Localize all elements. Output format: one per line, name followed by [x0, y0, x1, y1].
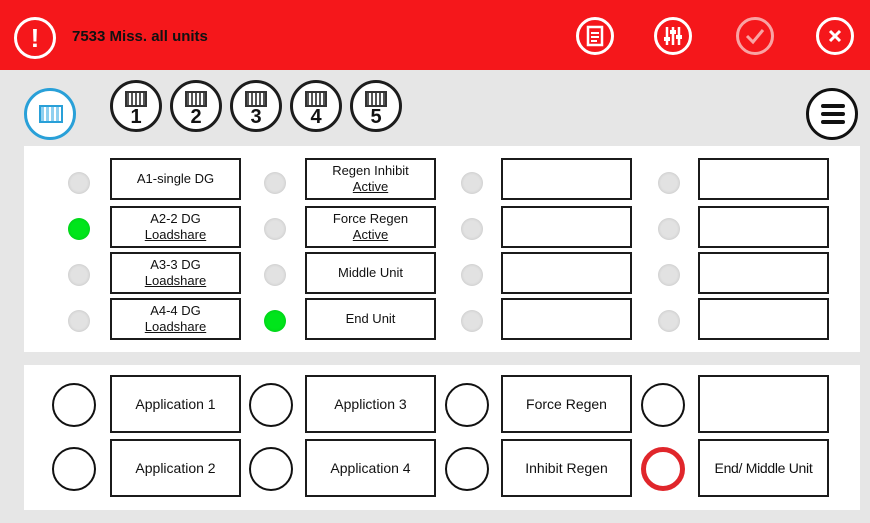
status-label-a1: A1-single DG	[110, 158, 241, 200]
application-3-button[interactable]	[249, 383, 293, 427]
application-2-label: Application 2	[110, 439, 241, 497]
status-led-empty	[461, 172, 483, 194]
status-label-middle-unit: Middle Unit	[305, 252, 436, 294]
application-1-button[interactable]	[52, 383, 96, 427]
status-led-empty	[658, 172, 680, 194]
close-button[interactable]	[816, 17, 854, 55]
status-led-empty	[658, 264, 680, 286]
application-3-label: Appliction 3	[305, 375, 436, 433]
command-panel: Application 1 Appliction 3 Force Regen A…	[24, 365, 860, 510]
application-2-button[interactable]	[52, 447, 96, 491]
end-middle-unit-label: End/ Middle Unit	[698, 439, 829, 497]
alert-icon: !	[14, 17, 56, 59]
confirm-button[interactable]	[736, 17, 774, 55]
status-led-empty	[461, 218, 483, 240]
grid-icon	[185, 91, 207, 107]
force-regen-button[interactable]	[445, 383, 489, 427]
status-led-force-regen	[264, 218, 286, 240]
all-units-grid-button[interactable]	[24, 88, 76, 140]
empty-command-label	[698, 375, 829, 433]
unit-number: 4	[310, 106, 322, 128]
sliders-icon	[664, 27, 682, 45]
status-label-a3: A3-3 DG Loadshare	[110, 252, 241, 294]
grid-icon	[125, 91, 147, 107]
inhibit-regen-label: Inhibit Regen	[501, 439, 632, 497]
status-label-a4: A4-4 DG Loadshare	[110, 298, 241, 340]
application-1-label: Application 1	[110, 375, 241, 433]
alarm-title: 7533 Miss. all units	[72, 28, 208, 45]
status-label-empty	[698, 158, 829, 200]
status-label-empty	[501, 298, 632, 340]
status-label-empty	[698, 206, 829, 248]
status-led-a3	[68, 264, 90, 286]
status-led-empty	[658, 218, 680, 240]
status-led-empty	[461, 310, 483, 332]
alarm-header: ! 7533 Miss. all units	[0, 0, 870, 70]
status-led-middle-unit	[264, 264, 286, 286]
grid-icon	[39, 105, 63, 123]
close-icon	[828, 29, 842, 43]
grid-icon	[245, 91, 267, 107]
menu-button[interactable]	[806, 88, 858, 140]
status-led-regen-inhibit	[264, 172, 286, 194]
unit-number: 5	[370, 106, 382, 128]
unit-5-button[interactable]: 5	[350, 80, 402, 132]
unit-4-button[interactable]: 4	[290, 80, 342, 132]
status-label-regen-inhibit: Regen Inhibit Active	[305, 158, 436, 200]
status-label-force-regen: Force Regen Active	[305, 206, 436, 248]
inhibit-regen-button[interactable]	[445, 447, 489, 491]
screen: ! 7533 Miss. all units 1 2 3 4 5 A1-sing…	[0, 0, 870, 523]
status-label-empty	[501, 158, 632, 200]
document-icon	[586, 25, 604, 47]
unit-2-button[interactable]: 2	[170, 80, 222, 132]
status-label-empty	[698, 298, 829, 340]
document-button[interactable]	[576, 17, 614, 55]
status-panel: A1-single DG A2-2 DG Loadshare A3-3 DG L…	[24, 146, 860, 352]
application-4-button[interactable]	[249, 447, 293, 491]
unit-number: 2	[190, 106, 202, 128]
empty-command-button[interactable]	[641, 383, 685, 427]
grid-icon	[305, 91, 327, 107]
grid-icon	[365, 91, 387, 107]
status-label-empty	[501, 252, 632, 294]
unit-1-button[interactable]: 1	[110, 80, 162, 132]
status-led-a1	[68, 172, 90, 194]
force-regen-label: Force Regen	[501, 375, 632, 433]
status-led-end-unit	[264, 310, 286, 332]
application-4-label: Application 4	[305, 439, 436, 497]
status-led-empty	[658, 310, 680, 332]
status-led-a4	[68, 310, 90, 332]
status-label-empty	[501, 206, 632, 248]
unit-number: 1	[130, 106, 142, 128]
status-label-a2: A2-2 DG Loadshare	[110, 206, 241, 248]
status-led-a2	[68, 218, 90, 240]
checkmark-icon	[745, 29, 765, 45]
status-label-empty	[698, 252, 829, 294]
status-led-empty	[461, 264, 483, 286]
settings-sliders-button[interactable]	[654, 17, 692, 55]
status-label-end-unit: End Unit	[305, 298, 436, 340]
unit-number: 3	[250, 106, 262, 128]
end-middle-unit-button[interactable]	[641, 447, 685, 491]
unit-3-button[interactable]: 3	[230, 80, 282, 132]
